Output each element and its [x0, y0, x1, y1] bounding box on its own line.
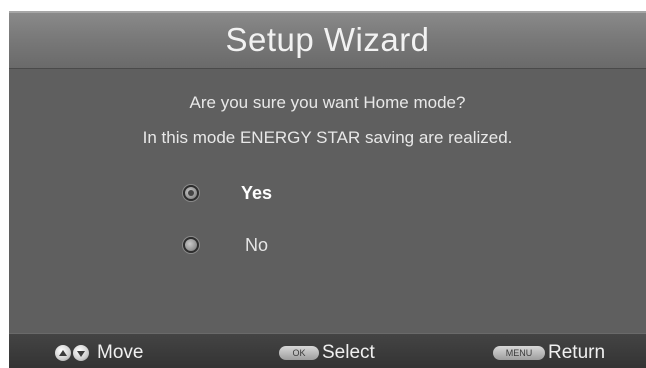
hint-select-label: Select — [322, 342, 375, 363]
footer-hint-bar: Move OK Select MENU Return — [9, 333, 646, 368]
option-no[interactable]: No — [183, 233, 268, 257]
ok-key-icon: OK — [279, 346, 319, 360]
title-bar-highlight — [9, 11, 646, 13]
menu-key-icon: MENU — [493, 346, 545, 360]
confirm-message-line2: In this mode ENERGY STAR saving are real… — [142, 128, 513, 147]
hint-return-label: Return — [548, 342, 606, 363]
hint-move: Move — [55, 342, 143, 364]
option-yes-label: Yes — [241, 182, 273, 203]
setup-wizard-screen: Setup Wizard Are you sure you want Home … — [9, 11, 646, 368]
hint-select: OK Select — [279, 342, 375, 364]
option-no-label: No — [245, 234, 269, 255]
confirm-message-line1: Are you sure you want Home mode? — [189, 93, 466, 112]
up-arrow-icon — [55, 345, 71, 361]
page-title: Setup Wizard — [225, 21, 430, 58]
radio-unselected-icon[interactable] — [183, 237, 199, 253]
hint-move-label: Move — [97, 342, 144, 363]
hint-return: MENU Return — [493, 342, 605, 364]
option-yes[interactable]: Yes — [183, 181, 272, 205]
down-arrow-icon — [73, 345, 89, 361]
title-bar: Setup Wizard — [9, 11, 646, 69]
radio-selected-icon[interactable] — [183, 185, 199, 201]
